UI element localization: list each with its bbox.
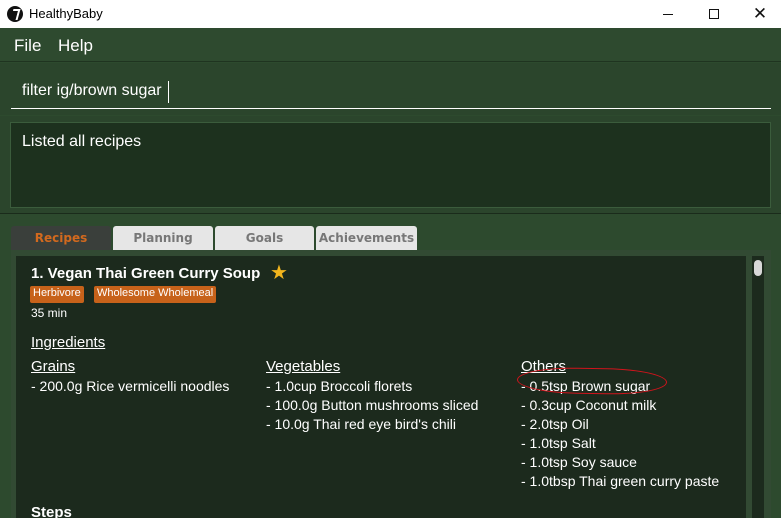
- scrollbar[interactable]: [752, 256, 764, 518]
- tab-pane: Recipes Planning Goals Achievements 1. V…: [0, 215, 781, 518]
- ingredient-item: - 0.3cup Coconut milk: [521, 397, 657, 413]
- maximize-button[interactable]: [691, 0, 737, 28]
- tab-goals[interactable]: Goals: [215, 226, 314, 250]
- window-title-bar: HealthyBaby ✕: [0, 0, 781, 28]
- ingredient-group-vegetables: Vegetables: [266, 358, 341, 375]
- recipe-tag: Wholesome Wholemeal: [94, 286, 217, 303]
- result-display[interactable]: Listed all recipes: [10, 122, 771, 208]
- scrollbar-thumb[interactable]: [754, 260, 762, 276]
- menu-file[interactable]: File: [14, 36, 41, 56]
- ingredients-header: Ingredients: [31, 334, 106, 351]
- ingredient-item: - 100.0g Button mushrooms sliced: [266, 397, 479, 413]
- recipe-card[interactable]: 1. Vegan Thai Green Curry Soup ★ Herbivo…: [16, 256, 746, 518]
- ingredient-item: - 1.0cup Broccoli florets: [266, 378, 413, 394]
- recipe-time: 35 min: [31, 306, 68, 320]
- recipe-title: 1. Vegan Thai Green Curry Soup: [31, 265, 261, 282]
- recipe-list: 1. Vegan Thai Green Curry Soup ★ Herbivo…: [11, 250, 771, 518]
- text-caret: [168, 81, 169, 103]
- command-box: [0, 63, 781, 115]
- minimize-button[interactable]: [645, 0, 691, 28]
- ingredient-item: - 1.0tsp Soy sauce: [521, 454, 637, 470]
- recipe-tag: Herbivore: [30, 286, 84, 303]
- tab-recipes[interactable]: Recipes: [11, 226, 111, 250]
- maximize-icon: [709, 9, 719, 19]
- app-logo-icon: [7, 6, 23, 22]
- ingredient-item: - 200.0g Rice vermicelli noodles: [31, 378, 230, 394]
- result-display-panel: Listed all recipes: [0, 116, 781, 214]
- ingredient-item: - 1.0tsp Salt: [521, 435, 596, 451]
- ingredient-group-grains: Grains: [31, 358, 76, 375]
- menu-help[interactable]: Help: [58, 36, 93, 56]
- close-button[interactable]: ✕: [737, 0, 781, 28]
- window-title: HealthyBaby: [29, 6, 103, 21]
- command-input[interactable]: [11, 73, 771, 109]
- star-icon: ★: [270, 260, 288, 284]
- ingredient-item: - 1.0tbsp Thai green curry paste: [521, 473, 720, 489]
- ingredient-item: - 2.0tsp Oil: [521, 416, 589, 432]
- tab-planning[interactable]: Planning: [113, 226, 213, 250]
- result-message: Listed all recipes: [22, 133, 142, 150]
- tab-achievements[interactable]: Achievements: [316, 226, 417, 250]
- ingredient-item: - 10.0g Thai red eye bird's chili: [266, 416, 456, 432]
- minimize-icon: [663, 13, 673, 15]
- steps-header: Steps: [31, 504, 72, 518]
- menu-bar: File Help: [0, 28, 781, 62]
